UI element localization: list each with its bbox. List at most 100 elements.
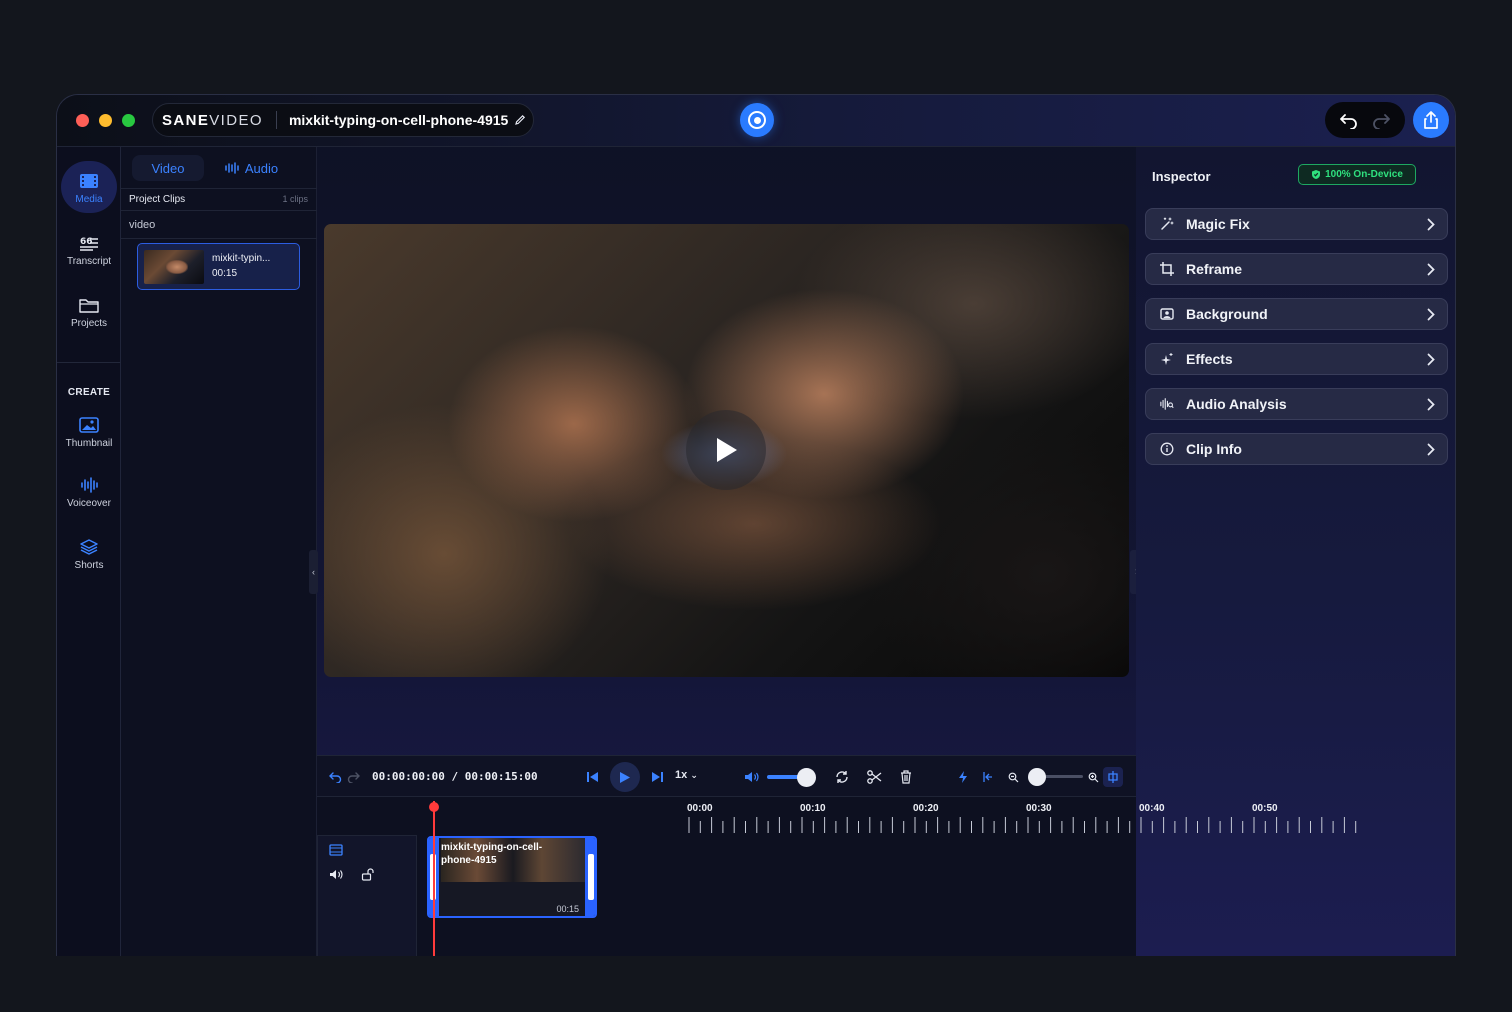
magic-wand-icon xyxy=(1161,217,1174,230)
transcript-icon: 66 xyxy=(80,237,98,251)
fit-timeline-button[interactable] xyxy=(1103,767,1123,787)
inspector-background-button[interactable]: Background xyxy=(1145,298,1448,330)
share-icon xyxy=(1424,111,1438,129)
video-track-header xyxy=(317,835,417,956)
on-device-badge-label: 100% On-Device xyxy=(1325,169,1403,180)
volume-slider-knob[interactable] xyxy=(796,768,816,787)
timeline-play-button[interactable] xyxy=(610,762,640,792)
on-device-badge: 100% On-Device xyxy=(1298,164,1416,185)
timeline-redo-button[interactable] xyxy=(345,769,361,785)
collapse-left-panel-button[interactable]: ‹ xyxy=(309,550,318,594)
inspector-audio-analysis-button[interactable]: Audio Analysis xyxy=(1145,388,1448,420)
rail-item-media[interactable]: Media xyxy=(57,161,121,213)
waveform-icon xyxy=(81,477,98,493)
clip-count: 1 clips xyxy=(282,194,308,204)
rail-item-projects[interactable]: Projects xyxy=(57,297,121,329)
layers-icon xyxy=(80,539,98,555)
snap-button[interactable] xyxy=(955,769,971,785)
redo-icon xyxy=(347,772,360,783)
step-forward-icon xyxy=(652,772,663,782)
audio-waveform-icon xyxy=(225,162,239,174)
background-icon xyxy=(1160,308,1174,320)
zoom-out-button[interactable] xyxy=(1005,769,1021,785)
scissors-icon xyxy=(866,770,881,784)
split-button[interactable] xyxy=(866,769,882,785)
playback-speed-select[interactable]: 1x ⌄ xyxy=(675,769,698,781)
playhead-handle[interactable] xyxy=(429,802,439,812)
unlock-icon[interactable] xyxy=(361,868,374,881)
rail-item-label: Thumbnail xyxy=(65,438,113,449)
rail-item-thumbnail[interactable]: Thumbnail xyxy=(57,417,121,449)
inspector-clip-info-button[interactable]: Clip Info xyxy=(1145,433,1448,465)
timeline-clip-duration: 00:15 xyxy=(556,904,579,914)
chevron-right-icon xyxy=(1427,263,1435,276)
trash-icon xyxy=(901,770,911,784)
rail-item-shorts[interactable]: Shorts xyxy=(57,539,121,571)
chevron-right-icon xyxy=(1427,218,1435,231)
sparkle-icon xyxy=(1161,353,1173,365)
record-icon xyxy=(748,111,766,129)
zoom-in-button[interactable] xyxy=(1085,769,1101,785)
clip-thumbnail xyxy=(144,250,204,284)
rail-item-label: Projects xyxy=(70,318,108,329)
fit-icon xyxy=(1108,771,1118,783)
inspector-effects-button[interactable]: Effects xyxy=(1145,343,1448,375)
redo-icon[interactable] xyxy=(1371,111,1391,129)
ruler-ticks xyxy=(688,817,1357,833)
timeline-video-clip[interactable]: mixkit-typing-on-cell-phone-4915 00:15 xyxy=(427,836,597,918)
step-forward-button[interactable] xyxy=(649,769,665,785)
timeline-ruler[interactable]: 00:00 00:10 00:20 00:30 00:40 00:50 xyxy=(687,801,1367,837)
media-clip-card[interactable]: mixkit-typin... 00:15 xyxy=(137,243,300,290)
app-window: SANEVIDEO mixkit-typing-on-cell-phone-49… xyxy=(56,94,1456,956)
rail-item-voiceover[interactable]: Voiceover xyxy=(57,477,121,509)
tab-video[interactable]: Video xyxy=(132,155,204,181)
share-button[interactable] xyxy=(1413,102,1449,138)
timecode: 00:00:00:00 / 00:00:15:00 xyxy=(372,770,538,783)
timeline-undo-button[interactable] xyxy=(327,769,343,785)
jump-start-icon xyxy=(983,772,992,782)
inspector-reframe-button[interactable]: Reframe xyxy=(1145,253,1448,285)
title-divider xyxy=(275,111,277,129)
delete-button[interactable] xyxy=(898,769,914,785)
preview-play-button[interactable] xyxy=(686,410,766,490)
minimize-window-button[interactable] xyxy=(99,114,112,127)
jump-to-start-button[interactable] xyxy=(980,769,996,785)
playhead[interactable] xyxy=(433,801,435,956)
clip-duration: 00:15 xyxy=(212,268,238,279)
close-window-button[interactable] xyxy=(76,114,89,127)
undo-icon[interactable] xyxy=(1339,111,1359,129)
record-button[interactable] xyxy=(740,103,774,137)
rail-item-transcript[interactable]: 66 Transcript xyxy=(57,235,121,267)
inspector-item-label: Magic Fix xyxy=(1186,216,1250,232)
volume-button[interactable] xyxy=(744,769,760,785)
undo-redo-group xyxy=(1325,102,1405,138)
trim-handle-right[interactable] xyxy=(588,854,594,900)
undo-icon xyxy=(328,772,341,783)
loop-button[interactable] xyxy=(834,769,850,785)
clip-name: mixkit-typin... xyxy=(212,253,271,264)
timeline-toolbar: 00:00:00:00 / 00:00:15:00 1x ⌄ xyxy=(317,755,1136,797)
media-panel: Video Audio Project Clips 1 clips video … xyxy=(121,147,317,956)
project-clips-header: Project Clips 1 clips xyxy=(121,189,317,211)
zoom-out-icon xyxy=(1008,772,1018,782)
zoom-in-icon xyxy=(1088,772,1098,782)
timeline-area[interactable]: 00:00 00:10 00:20 00:30 00:40 00:50 mixk… xyxy=(317,797,1357,956)
inspector-title: Inspector xyxy=(1152,169,1211,184)
video-track-icon xyxy=(329,844,343,856)
inspector-magic-fix-button[interactable]: Magic Fix xyxy=(1145,208,1448,240)
project-title-pill: SANEVIDEO mixkit-typing-on-cell-phone-49… xyxy=(152,103,534,137)
project-name[interactable]: mixkit-typing-on-cell-phone-4915 xyxy=(289,112,508,128)
video-preview[interactable] xyxy=(324,224,1129,677)
tab-audio[interactable]: Audio xyxy=(214,155,288,181)
inspector-item-label: Reframe xyxy=(1186,261,1243,277)
pencil-icon[interactable] xyxy=(514,114,526,126)
zoom-window-button[interactable] xyxy=(122,114,135,127)
rail-item-label: Transcript xyxy=(66,256,112,267)
zoom-slider-knob[interactable] xyxy=(1027,768,1046,786)
track-volume-icon[interactable] xyxy=(329,869,344,880)
title-bar: SANEVIDEO mixkit-typing-on-cell-phone-49… xyxy=(57,95,1455,147)
media-tabs: Video Audio xyxy=(121,147,317,189)
step-back-button[interactable] xyxy=(585,769,601,785)
inspector-item-label: Background xyxy=(1186,306,1268,322)
app-logo: SANEVIDEO xyxy=(162,111,263,129)
